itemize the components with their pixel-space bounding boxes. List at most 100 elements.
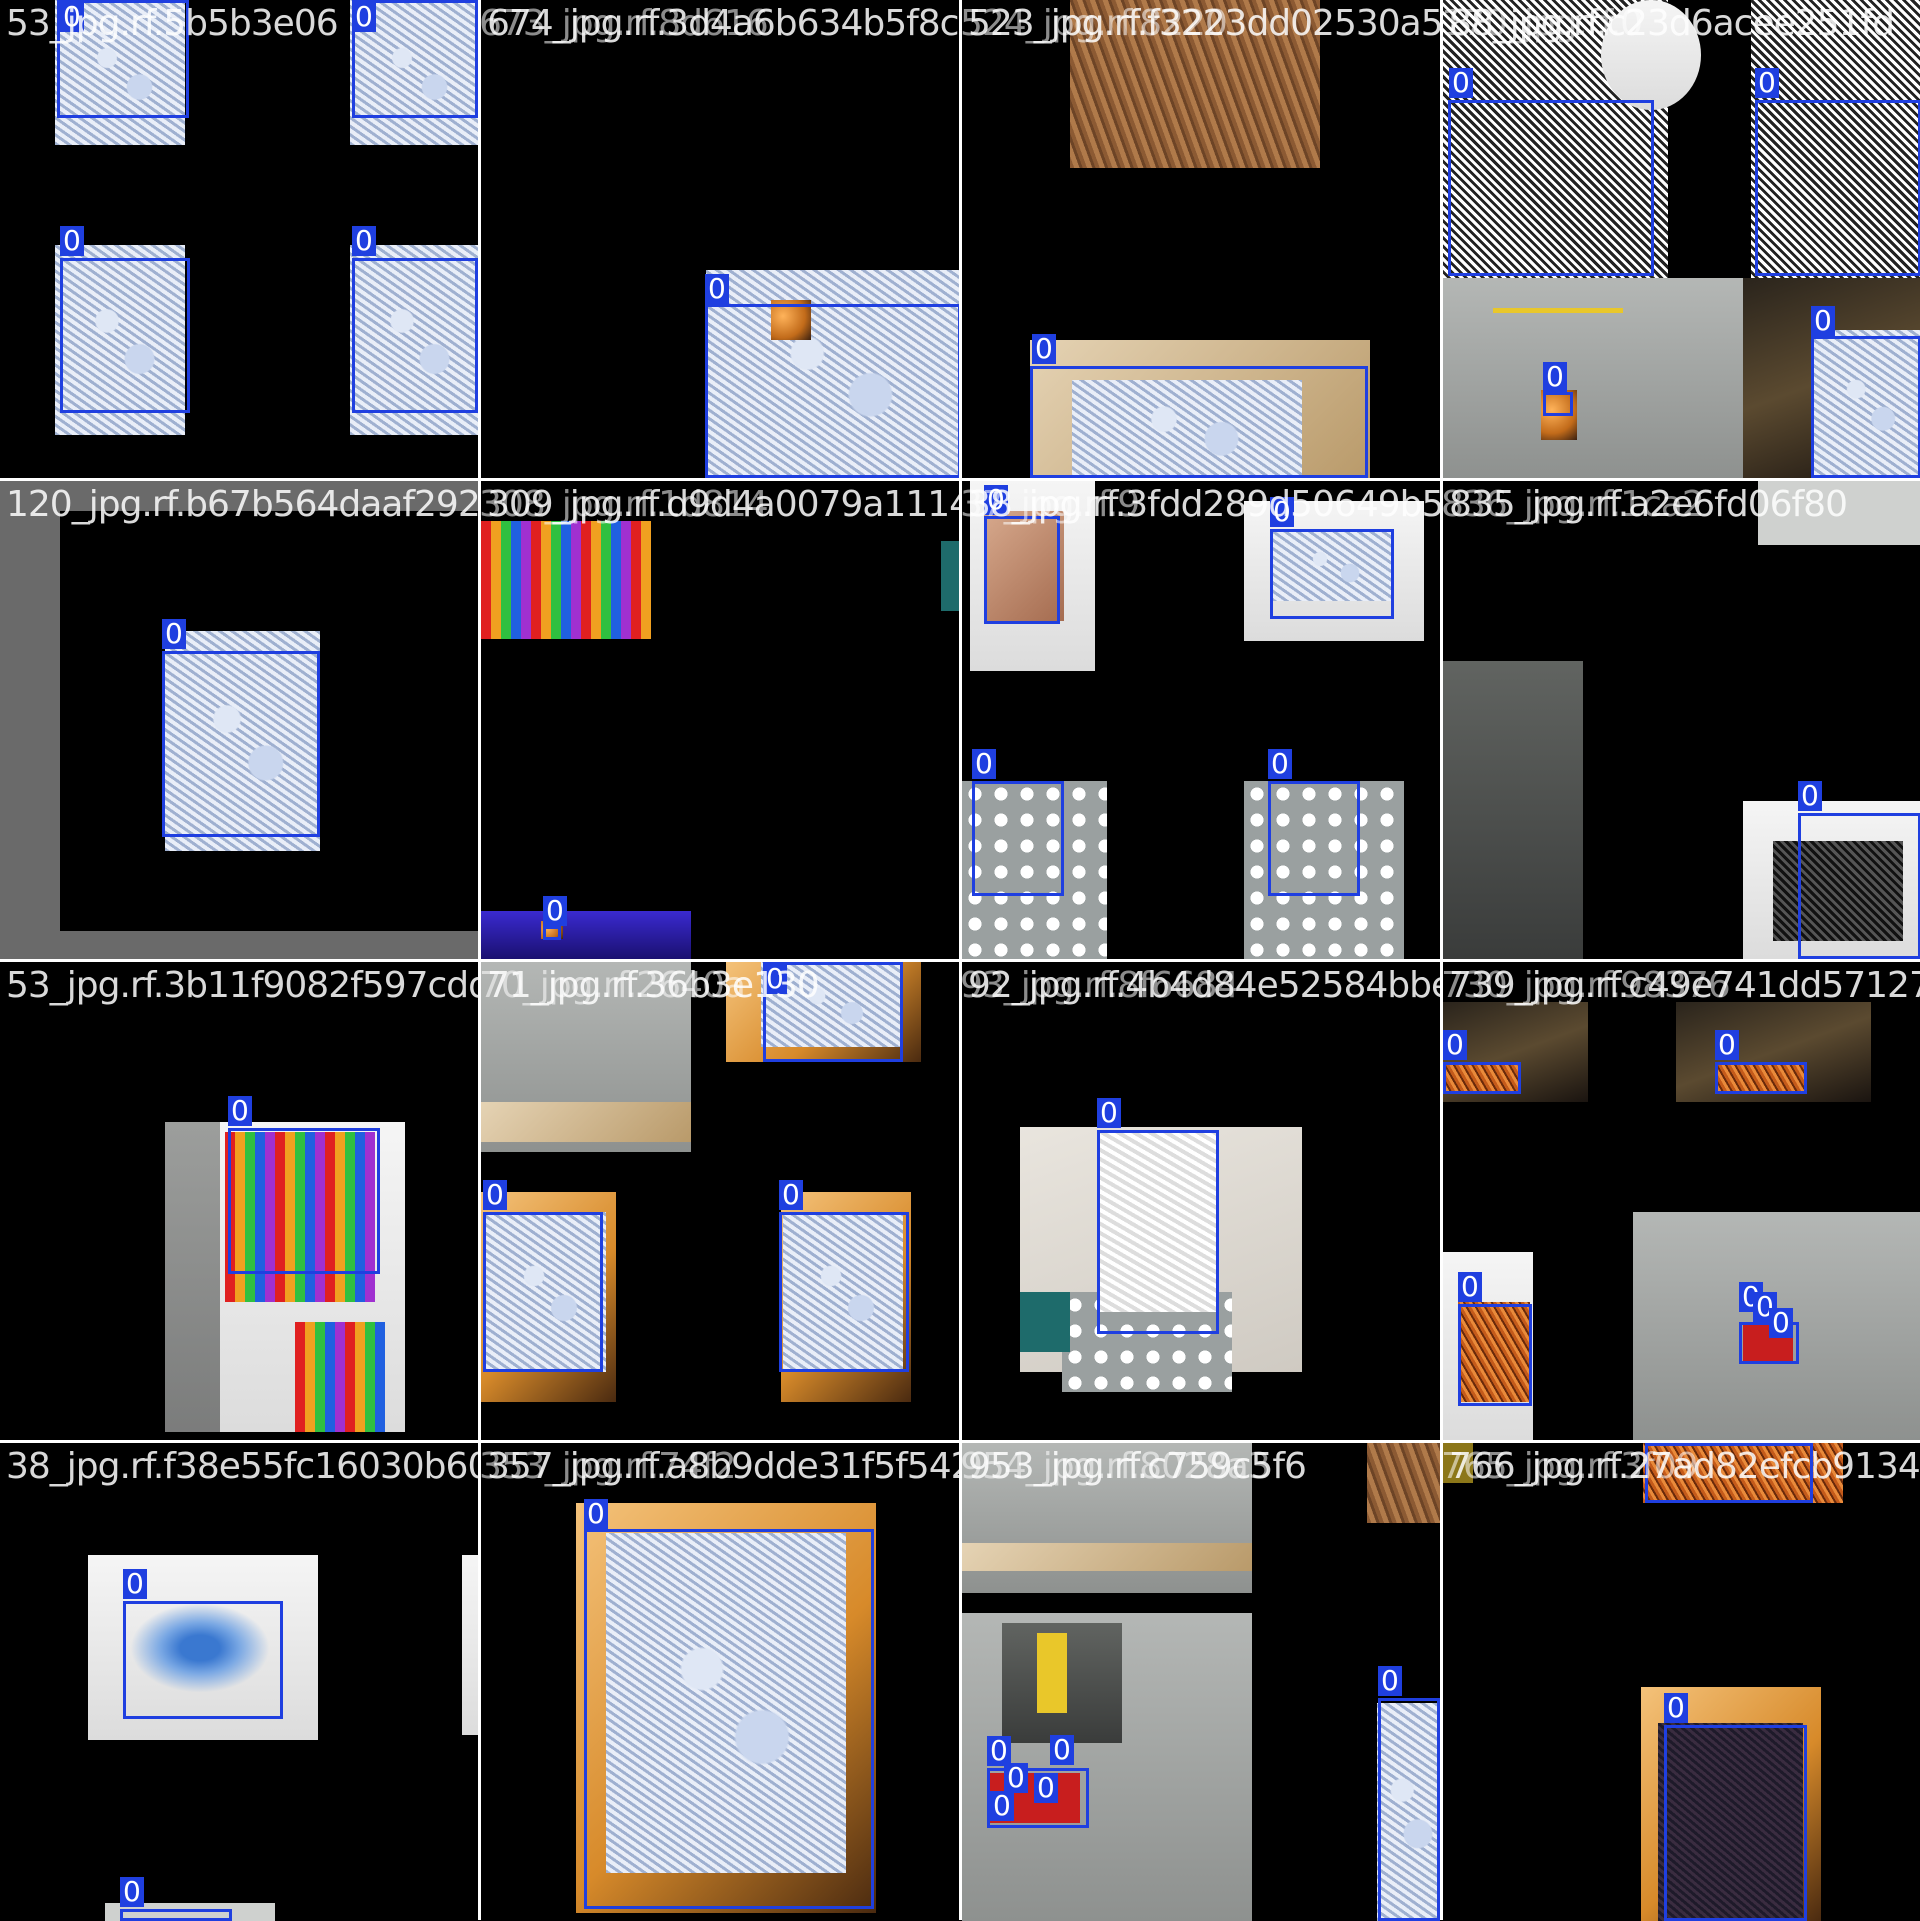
detection-box xyxy=(483,1212,603,1372)
tile-filename: 120_jpg.rf.b67b564daaf2922 xyxy=(6,484,478,525)
detection-box xyxy=(1378,1698,1440,1921)
detection-box xyxy=(1097,1130,1219,1334)
photo-region xyxy=(1367,1443,1440,1523)
detection-label: 0 xyxy=(1268,749,1292,779)
detection-box xyxy=(1811,336,1920,478)
detection-label: 0 xyxy=(162,619,186,649)
photo-region xyxy=(1020,1292,1070,1352)
mosaic-tile: 0 0 0 0 37_jpg.rf.9 38_jpg.rf.3fdd289d50… xyxy=(962,481,1440,959)
tile-filename: 309_jpg.rf.d9d4a0079a11145b xyxy=(487,484,959,525)
mosaic-tile: 0 524_jpg.rf.8220 523_jpg.rf.f3223dd0253… xyxy=(962,0,1440,478)
tile-filename: 71_jpg.rf.36b3e130 xyxy=(487,965,820,1006)
detection-label: 0 xyxy=(1543,362,1567,392)
detection-box xyxy=(1448,100,1654,276)
mosaic-tile: 0 0 765_jpg.rf.3f09 766_jpg.rf.27ad82efc… xyxy=(1443,1443,1920,1921)
detection-label: 0 xyxy=(990,1791,1014,1821)
mosaic-tile: 0 0 0 0 0 0 730_jpg.rf.98376 739_jpg.rf.… xyxy=(1443,962,1920,1440)
detection-label: 0 xyxy=(972,749,996,779)
detection-label: 0 xyxy=(123,1569,147,1599)
detection-label: 0 xyxy=(779,1180,803,1210)
tile-filename: 766_jpg.rf.27ad82efcb9134 xyxy=(1449,1446,1920,1487)
photo-region xyxy=(462,1555,478,1735)
detection-label: 0 xyxy=(1664,1693,1688,1723)
grid-divider xyxy=(0,478,1920,481)
photo-region xyxy=(962,1543,1252,1571)
detection-label: 0 xyxy=(483,1180,507,1210)
detection-box xyxy=(228,1128,380,1274)
mosaic-tile: 0 673_jpg.rf.8d616 674_jpg.rf.3d4a6b634b… xyxy=(481,0,959,478)
photo-region xyxy=(481,1102,691,1142)
detection-label: 0 xyxy=(352,2,376,32)
detection-box xyxy=(984,516,1060,624)
detection-label: 0 xyxy=(1032,334,1056,364)
mosaic-tile: 0 0 0 0 70_jpg.rf.2640a 71_jpg.rf.36b3e1… xyxy=(481,962,959,1440)
detection-label: 0 xyxy=(1769,1308,1793,1338)
detection-box xyxy=(705,304,959,478)
detection-box xyxy=(1443,1062,1521,1094)
detection-label: 0 xyxy=(1449,68,1473,98)
photo-region xyxy=(1493,308,1623,313)
photo-region xyxy=(1443,661,1583,959)
tile-filename: 53_jpg.rf.3b11f9082f597cdd xyxy=(6,965,478,1006)
tile-filename: 53_jpg.rf.5b5b3e06 xyxy=(6,3,339,44)
mosaic-tile: 0 53_jpg.rf.3b11f9082f597cdd xyxy=(0,962,478,1440)
mosaic-tile: 0 353_jpg.rf.74f2 357_jpg.rf.a8b9dde31f5… xyxy=(481,1443,959,1921)
detection-label: 0 xyxy=(543,896,567,926)
detection-label: 0 xyxy=(228,1096,252,1126)
detection-label: 0 xyxy=(1798,781,1822,811)
detection-box xyxy=(1270,529,1394,619)
detection-box xyxy=(1543,392,1573,416)
tile-filename: 835_jpg.rf.a2e6fd06f80 xyxy=(1449,484,1848,525)
detection-label: 0 xyxy=(1050,1735,1074,1765)
tile-filename: 357_jpg.rf.a8b9dde31f5f5423 xyxy=(487,1446,959,1487)
detection-label: 0 xyxy=(120,1877,144,1907)
photo-region xyxy=(165,1122,220,1432)
grid-divider xyxy=(0,959,1920,962)
tile-filename: 523_jpg.rf.f3223dd02530a59f xyxy=(968,3,1440,44)
detection-label: 0 xyxy=(1097,1098,1121,1128)
detection-label: 0 xyxy=(60,226,84,256)
detection-box xyxy=(1458,1304,1532,1406)
tile-filename: 92_jpg.rf.4b4d84e52584bbe xyxy=(968,965,1440,1006)
mosaic-tile: 0 0 0 0 53_jpg.rf.5b5b3e06 xyxy=(0,0,478,478)
detection-box xyxy=(779,1212,909,1372)
detection-label: 0 xyxy=(1034,1773,1058,1803)
mosaic-tile: 0 0 38_jpg.rf.f38e55fc16030b60 xyxy=(0,1443,478,1921)
detection-label: 0 xyxy=(1443,1030,1467,1060)
detection-label: 0 xyxy=(584,1499,608,1529)
detection-label: 0 xyxy=(1811,306,1835,336)
detection-label: 0 xyxy=(705,274,729,304)
tile-filename: 38_jpg.rf.f38e55fc16030b60 xyxy=(6,1446,478,1487)
detection-mosaic: 0 0 0 0 53_jpg.rf.5b5b3e06 0 673_jpg.rf.… xyxy=(0,0,1920,1921)
mosaic-tile: 0 836_jpg.rf.1ca2 835_jpg.rf.a2e6fd06f80 xyxy=(1443,481,1920,959)
detection-box xyxy=(1715,1062,1807,1094)
detection-box xyxy=(1755,100,1920,276)
tile-filename: 88_jpg.rf.c23d6acee251fd xyxy=(1449,3,1895,44)
detection-box xyxy=(123,1601,283,1719)
photo-region xyxy=(941,541,959,611)
detection-box xyxy=(1664,1725,1807,1921)
mosaic-tile: 0 120_jpg.rf.b67b564daaf2922 xyxy=(0,481,478,959)
detection-box xyxy=(584,1529,874,1909)
detection-box xyxy=(60,258,190,413)
detection-box xyxy=(352,258,478,413)
mosaic-tile: 0 308_jpg.rf.1d814 309_jpg.rf.d9d4a0079a… xyxy=(481,481,959,959)
detection-box xyxy=(1798,813,1920,959)
photo-region xyxy=(295,1322,385,1432)
tile-filename: 739_jpg.rf.c49e741dd57127 xyxy=(1449,965,1920,1006)
tile-filename: 674_jpg.rf.3d4a6b634b5f8caba xyxy=(487,3,959,44)
detection-box xyxy=(120,1909,232,1921)
mosaic-tile: 0 93_jpg.rf.8f6684 92_jpg.rf.4b4d84e5258… xyxy=(962,962,1440,1440)
tile-filename: 953_jpg.rf.c759c5f6 xyxy=(968,1446,1307,1487)
tile-filename: 38_jpg.rf.3fdd289d50649b5 xyxy=(968,484,1440,525)
detection-label: 0 xyxy=(1458,1272,1482,1302)
photo-region xyxy=(481,911,691,959)
detection-box xyxy=(972,781,1064,896)
photo-region xyxy=(1037,1633,1067,1713)
detection-box xyxy=(1268,781,1360,896)
detection-box xyxy=(543,926,561,940)
mosaic-tile: 0 0 0 0 0 0 954_jpg.rf.8028a3 953_jpg.rf… xyxy=(962,1443,1440,1921)
detection-label: 0 xyxy=(1378,1666,1402,1696)
photo-region xyxy=(481,521,651,639)
grid-divider xyxy=(0,1440,1920,1443)
